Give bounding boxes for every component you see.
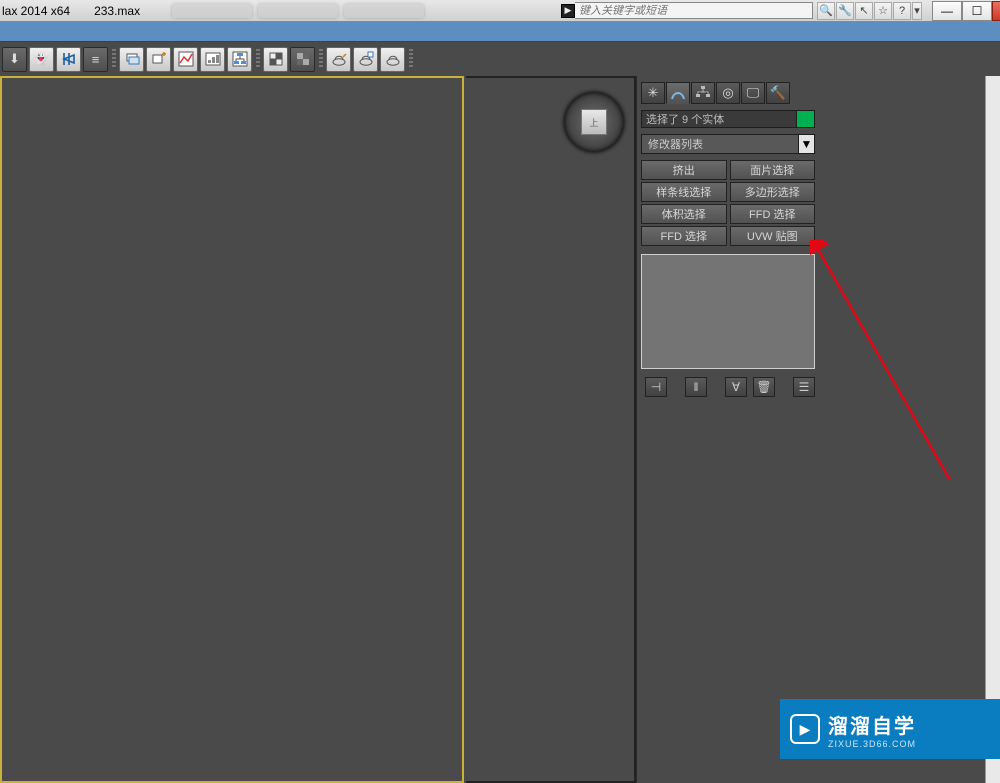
toolbar-separator — [407, 47, 414, 72]
command-panel: ✳ ◎ 🖵 🔨 选择了 9 个实体 修改器列表 ▼ 挤出 面片选择 样条线选择 … — [636, 76, 819, 783]
star-icon[interactable]: ☆ — [874, 2, 892, 20]
tool-ghost-icon[interactable]: 👻 — [29, 47, 54, 72]
viewports: 上 — [0, 76, 636, 783]
watermark-title: 溜溜自学 — [828, 710, 916, 739]
tool-material-editor-icon[interactable] — [263, 47, 288, 72]
show-end-result-icon[interactable]: ‖ — [685, 377, 707, 397]
toolbar-separator — [110, 47, 117, 72]
app-title: lax 2014 x64 — [2, 4, 70, 18]
tool-graph-icon[interactable] — [173, 47, 198, 72]
watermark-play-icon: ▶ — [790, 714, 820, 744]
wrench-icon[interactable]: 🔧 — [836, 2, 854, 20]
window-scrollbar[interactable] — [985, 76, 1000, 783]
modifier-stack[interactable] — [641, 254, 815, 369]
tool-layers-icon[interactable] — [119, 47, 144, 72]
color-swatch[interactable] — [797, 110, 815, 128]
toolbar-separator — [317, 47, 324, 72]
command-panel-tabs: ✳ ◎ 🖵 🔨 — [641, 82, 815, 104]
make-unique-icon[interactable]: ∀ — [725, 377, 747, 397]
preset-spline-select[interactable]: 样条线选择 — [641, 182, 727, 202]
file-name: 233.max — [94, 4, 140, 18]
recent-tab[interactable] — [344, 4, 424, 18]
watermark: ▶ 溜溜自学 ZIXUE.3D66.COM — [780, 699, 1000, 759]
close-button[interactable]: ✕ — [992, 1, 1000, 21]
preset-uvw-map[interactable]: UVW 贴图 — [730, 226, 816, 246]
tab-motion-icon[interactable]: ◎ — [716, 82, 740, 104]
main-toolbar: ⬇ 👻 ≡ — [0, 42, 1000, 76]
preset-ffd-select-1[interactable]: FFD 选择 — [730, 204, 816, 224]
viewport-active[interactable] — [0, 76, 464, 783]
recent-tab[interactable] — [172, 4, 252, 18]
remove-modifier-icon[interactable]: 🗑 — [753, 377, 775, 397]
tool-align-icon[interactable]: ≡ — [83, 47, 108, 72]
search-input[interactable] — [575, 2, 813, 19]
dropdown-icon[interactable]: ▾ — [912, 2, 922, 20]
selection-name[interactable]: 选择了 9 个实体 — [641, 110, 797, 128]
minimize-button[interactable]: — — [932, 1, 962, 21]
maximize-button[interactable]: ☐ — [962, 1, 992, 21]
tab-hierarchy-icon[interactable] — [691, 82, 715, 104]
preset-extrude[interactable]: 挤出 — [641, 160, 727, 180]
modifier-presets: 挤出 面片选择 样条线选择 多边形选择 体积选择 FFD 选择 FFD 选择 U… — [641, 160, 815, 246]
tool-timeline-icon[interactable] — [200, 47, 225, 72]
binoculars-icon[interactable]: 🔍 — [817, 2, 835, 20]
preset-ffd-select-2[interactable]: FFD 选择 — [641, 226, 727, 246]
info-play-icon[interactable]: ▶ — [561, 4, 575, 18]
tab-display-icon[interactable]: 🖵 — [741, 82, 765, 104]
help-icon[interactable]: ? — [893, 2, 911, 20]
viewport-right[interactable]: 上 — [466, 76, 636, 783]
modifier-stack-toolbar: ⊣ ‖ ∀ 🗑 ☰ — [645, 377, 815, 397]
tool-schematic-icon[interactable] — [227, 47, 252, 72]
configure-sets-icon[interactable]: ☰ — [793, 377, 815, 397]
modifier-list-dropdown[interactable]: 修改器列表 — [641, 134, 799, 154]
tab-modify-icon[interactable] — [666, 82, 690, 104]
view-cube-face[interactable]: 上 — [581, 109, 607, 135]
tab-utilities-icon[interactable]: 🔨 — [766, 82, 790, 104]
title-bar: lax 2014 x64 233.max ▶ 🔍 🔧 ↖ ☆ ? ▾ — ☐ ✕ — [0, 0, 1000, 22]
dropdown-arrow-icon[interactable]: ▼ — [799, 134, 815, 154]
recent-tab[interactable] — [258, 4, 338, 18]
pin-stack-icon[interactable]: ⊣ — [645, 377, 667, 397]
toolbar-separator — [254, 47, 261, 72]
tool-mirror-icon[interactable] — [56, 47, 81, 72]
preset-patch-select[interactable]: 面片选择 — [730, 160, 816, 180]
preset-volume-select[interactable]: 体积选择 — [641, 204, 727, 224]
tool-arrow-down-icon[interactable]: ⬇ — [2, 47, 27, 72]
tool-render-icon[interactable] — [380, 47, 405, 72]
right-gutter — [819, 76, 1000, 783]
workspace: 上 ✳ ◎ 🖵 🔨 选择了 9 个实体 修改器列表 ▼ 挤出 — [0, 76, 1000, 783]
pointer-icon[interactable]: ↖ — [855, 2, 873, 20]
preset-poly-select[interactable]: 多边形选择 — [730, 182, 816, 202]
menu-bar[interactable] — [0, 22, 1000, 42]
tool-layer-new-icon[interactable] — [146, 47, 171, 72]
tool-material-slate-icon[interactable] — [290, 47, 315, 72]
tool-render-frame-icon[interactable] — [353, 47, 378, 72]
watermark-url: ZIXUE.3D66.COM — [828, 739, 916, 749]
tab-create-icon[interactable]: ✳ — [641, 82, 665, 104]
view-cube[interactable]: 上 — [564, 92, 624, 152]
tool-render-setup-icon[interactable] — [326, 47, 351, 72]
